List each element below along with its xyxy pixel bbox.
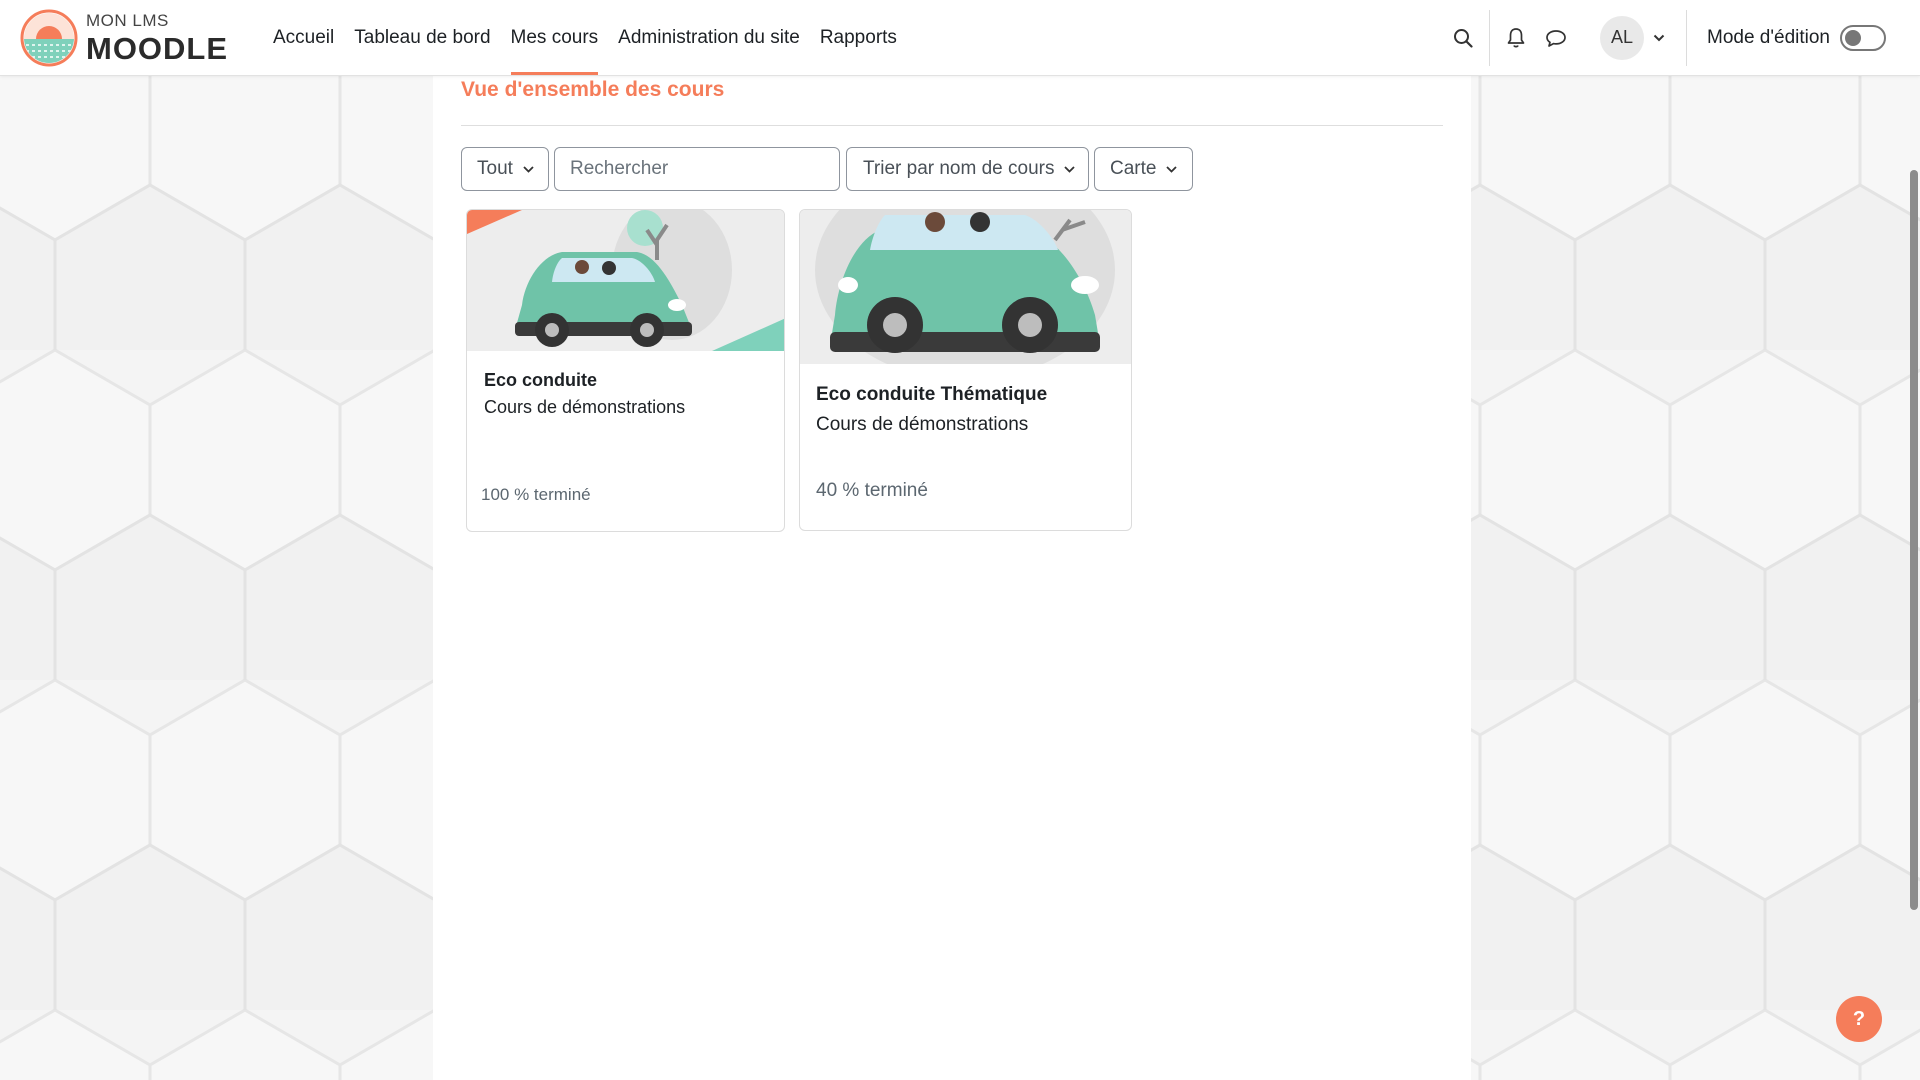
chevron-down-icon [1064, 165, 1076, 173]
chevron-down-icon [1653, 34, 1665, 41]
chevron-down-icon [523, 165, 534, 173]
user-navigation: AL Mode d'édition [1443, 0, 1920, 75]
search-button[interactable] [1443, 18, 1483, 58]
course-image-car [467, 210, 784, 351]
chevron-down-icon [1166, 165, 1178, 173]
messages-button[interactable] [1536, 18, 1576, 58]
nav-accueil[interactable]: Accueil [263, 0, 344, 75]
nav-mes-cours[interactable]: Mes cours [501, 0, 609, 75]
course-name[interactable]: Eco conduite [484, 370, 597, 391]
course-progress: 100 % terminé [481, 485, 591, 504]
main-content: Vue d'ensemble des cours Tout Trier par … [433, 75, 1471, 1080]
scrollbar-thumb[interactable] [1910, 170, 1918, 910]
course-progress: 40 % terminé [816, 480, 928, 501]
chat-icon [1546, 29, 1566, 47]
notifications-button[interactable] [1496, 18, 1536, 58]
brand-name: MOODLE [86, 31, 229, 66]
view-label: Carte [1110, 158, 1157, 179]
site-logo[interactable]: MON LMS MOODLE [20, 8, 230, 68]
nav-rapports[interactable]: Rapports [810, 0, 907, 75]
course-overview-title: Vue d'ensemble des cours [461, 78, 725, 101]
top-navbar: MON LMS MOODLE Accueil Tableau de bord M… [0, 0, 1920, 76]
view-dropdown[interactable]: Carte [1094, 147, 1193, 191]
primary-navigation: Accueil Tableau de bord Mes cours Admini… [263, 0, 907, 75]
search-icon [1454, 28, 1473, 48]
title-divider [461, 125, 1443, 126]
course-name[interactable]: Eco conduite Thématique [816, 384, 1047, 406]
logo-sunset-icon [20, 9, 78, 67]
course-card[interactable]: Eco conduite Cours de démonstrations 100… [466, 209, 785, 532]
course-search-input[interactable] [554, 147, 840, 191]
brand-small: MON LMS [86, 11, 169, 30]
nav-administration-du-site[interactable]: Administration du site [608, 0, 810, 75]
course-image-car [800, 210, 1131, 364]
navbar-divider [1686, 9, 1687, 66]
help-button[interactable]: ? [1836, 996, 1882, 1042]
sort-dropdown[interactable]: Trier par nom de cours [846, 147, 1089, 191]
bell-icon [1507, 27, 1525, 47]
grouping-dropdown[interactable]: Tout [461, 147, 549, 191]
user-avatar[interactable]: AL [1600, 15, 1644, 60]
nav-tableau-de-bord[interactable]: Tableau de bord [344, 0, 500, 75]
edit-mode-label: Mode d'édition [1707, 26, 1830, 48]
course-card[interactable]: Eco conduite Thématique Cours de démonst… [799, 209, 1132, 531]
course-category: Cours de démonstrations [816, 414, 1029, 435]
sort-label: Trier par nom de cours [863, 158, 1055, 179]
navbar-divider [1489, 9, 1490, 66]
course-category: Cours de démonstrations [484, 397, 686, 417]
user-menu-toggle[interactable] [1644, 18, 1674, 58]
grouping-label: Tout [477, 158, 513, 179]
edit-mode-toggle[interactable] [1840, 24, 1886, 51]
edit-mode-control: Mode d'édition [1707, 24, 1886, 51]
